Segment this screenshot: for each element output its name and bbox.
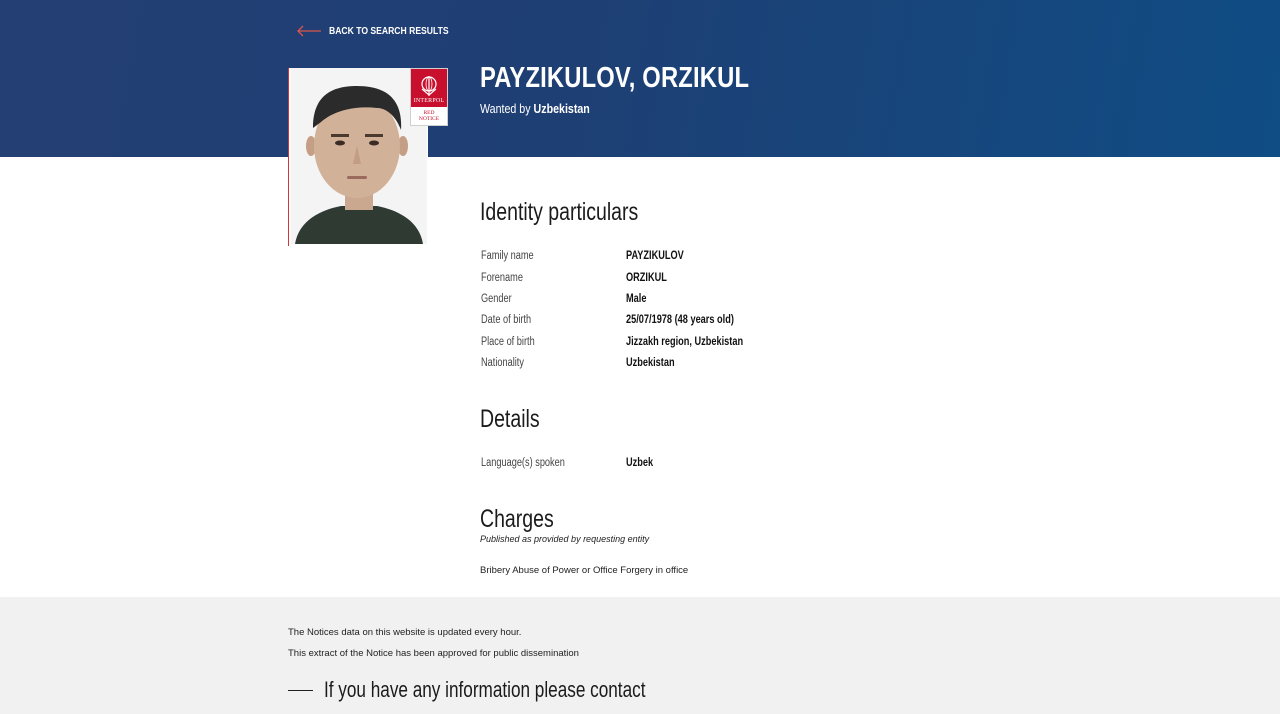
page-title: PAYZIKULOV, ORZIKUL bbox=[480, 62, 750, 94]
details-section-title: Details bbox=[480, 405, 540, 433]
back-to-results-link[interactable]: BACK TO SEARCH RESULTS bbox=[296, 24, 468, 38]
identity-row-nationality: Nationality Uzbekistan bbox=[481, 357, 675, 373]
row-label: Forename bbox=[481, 272, 523, 284]
contact-heading: If you have any information please conta… bbox=[324, 677, 646, 702]
row-label: Gender bbox=[481, 293, 512, 305]
charges-section-title: Charges bbox=[480, 505, 554, 533]
row-value: Male bbox=[626, 293, 647, 305]
identity-row-forename: Forename ORZIKUL bbox=[481, 272, 667, 288]
contact-dash bbox=[288, 690, 313, 691]
wanted-country: Uzbekistan bbox=[533, 101, 590, 116]
row-value: Uzbekistan bbox=[626, 357, 675, 369]
details-row-languages: Language(s) spoken Uzbek bbox=[481, 457, 653, 473]
arrow-left-icon bbox=[297, 25, 321, 37]
badge-org: INTERPOL bbox=[413, 98, 445, 104]
wanted-prefix: Wanted by bbox=[480, 101, 531, 116]
badge-line-2: NOTICE bbox=[418, 116, 440, 122]
row-label: Place of birth bbox=[481, 336, 535, 348]
back-link-label: BACK TO SEARCH RESULTS bbox=[329, 25, 449, 37]
suspect-photo bbox=[288, 68, 428, 246]
footer-approval-note: This extract of the Notice has been appr… bbox=[288, 648, 579, 659]
row-label: Language(s) spoken bbox=[481, 457, 565, 469]
red-notice-badge: INTERPOL RED NOTICE bbox=[410, 68, 448, 126]
row-value: ORZIKUL bbox=[626, 272, 667, 284]
footer-update-note: The Notices data on this website is upda… bbox=[288, 627, 522, 638]
identity-row-place-of-birth: Place of birth Jizzakh region, Uzbekista… bbox=[481, 336, 743, 352]
row-label: Date of birth bbox=[481, 314, 532, 326]
row-label: Family name bbox=[481, 250, 534, 262]
charges-text: Bribery Abuse of Power or Office Forgery… bbox=[480, 565, 689, 576]
identity-row-gender: Gender Male bbox=[481, 293, 646, 309]
identity-row-family-name: Family name PAYZIKULOV bbox=[481, 250, 684, 266]
row-value: Uzbek bbox=[626, 457, 654, 469]
badge-notice-type: RED NOTICE bbox=[411, 110, 447, 122]
row-label: Nationality bbox=[481, 357, 524, 369]
identity-row-date-of-birth: Date of birth 25/07/1978 (48 years old) bbox=[481, 314, 734, 330]
interpol-emblem-icon bbox=[421, 76, 437, 96]
identity-section-title: Identity particulars bbox=[480, 198, 639, 226]
row-value: PAYZIKULOV bbox=[626, 250, 684, 262]
row-value: Jizzakh region, Uzbekistan bbox=[626, 336, 744, 348]
wanted-by: Wanted by Uzbekistan bbox=[480, 101, 590, 116]
row-value: 25/07/1978 (48 years old) bbox=[626, 314, 734, 326]
charges-note: Published as provided by requesting enti… bbox=[480, 534, 650, 544]
